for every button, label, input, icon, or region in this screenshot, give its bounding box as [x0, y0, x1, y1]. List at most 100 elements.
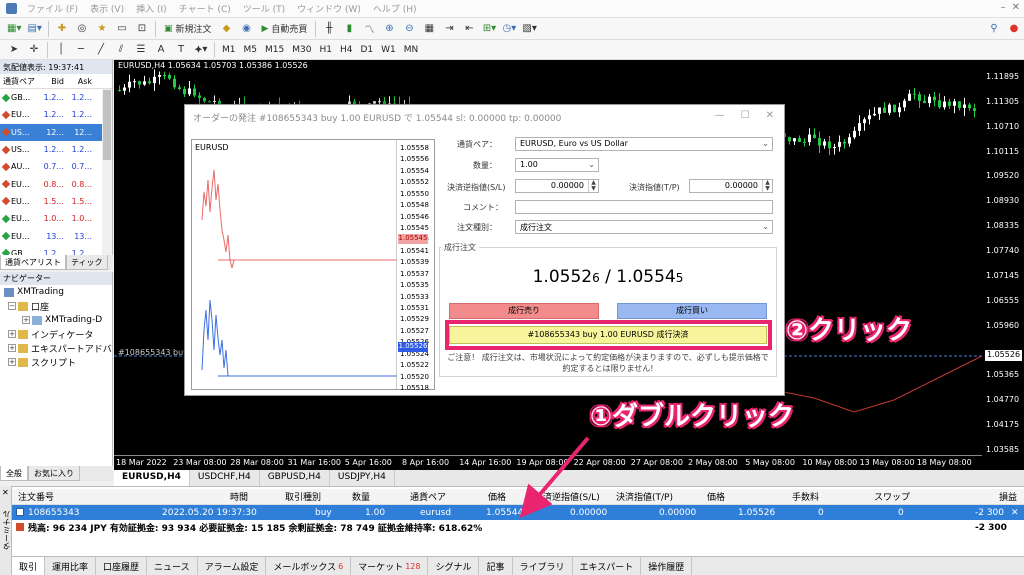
- crosshair-icon[interactable]: ✛: [25, 41, 43, 59]
- stepper-arrows-icon[interactable]: ▲ ▼: [588, 180, 598, 192]
- market-watch-row[interactable]: US... 12... 12...: [0, 123, 112, 141]
- tab-market[interactable]: マーケット 128: [351, 556, 429, 575]
- minimize-icon[interactable]: –: [1001, 2, 1006, 13]
- tab-tick[interactable]: ティック: [66, 255, 108, 270]
- tab-articles[interactable]: 記事: [479, 556, 513, 575]
- tab-trade[interactable]: 取引: [12, 556, 46, 575]
- new-chart-icon[interactable]: ▦▾: [5, 20, 23, 38]
- collapse-icon[interactable]: −: [8, 302, 16, 310]
- autoscroll-icon[interactable]: ⇥: [440, 20, 458, 38]
- tab-general[interactable]: 全般: [0, 466, 28, 481]
- indicators-icon[interactable]: ⊞▾: [480, 20, 498, 38]
- tile-icon[interactable]: ▦: [420, 20, 438, 38]
- market-watch-icon[interactable]: ✚: [53, 20, 71, 38]
- th-type[interactable]: 取引種別: [285, 490, 321, 503]
- col-bid[interactable]: Bid: [38, 77, 66, 86]
- nav-accounts[interactable]: − 口座: [0, 299, 112, 313]
- col-ask[interactable]: Ask: [66, 77, 94, 86]
- templates-icon[interactable]: ▧▾: [520, 20, 538, 38]
- th-tp[interactable]: 決済指値(T/P): [616, 490, 673, 503]
- close-icon[interactable]: ✕: [1012, 2, 1020, 13]
- th-profit[interactable]: 損益: [999, 490, 1017, 503]
- arrows-icon[interactable]: ⯌▾: [192, 41, 210, 59]
- channel-icon[interactable]: ⫽: [112, 41, 130, 59]
- chart-tab-eurusd[interactable]: EURUSD,H4: [114, 470, 190, 486]
- data-window-icon[interactable]: ◎: [73, 20, 91, 38]
- shift-icon[interactable]: ⇤: [460, 20, 478, 38]
- symbol-select[interactable]: EURUSD, Euro vs US Dollar ⌄: [515, 137, 773, 151]
- market-watch-row[interactable]: EU... 1.5... 1.5...: [0, 193, 112, 210]
- zoom-in-icon[interactable]: ⊕: [380, 20, 398, 38]
- profiles-icon[interactable]: ▤▾: [25, 20, 43, 38]
- nav-account-item[interactable]: + XMTrading-D: [0, 313, 112, 327]
- text-icon[interactable]: A: [152, 41, 170, 59]
- menu-chart[interactable]: チャート (C): [173, 2, 237, 15]
- timeframe-h4[interactable]: H4: [336, 45, 357, 55]
- th-volume[interactable]: 数量: [352, 490, 370, 503]
- timeframe-d1[interactable]: D1: [356, 45, 377, 55]
- maximize-icon[interactable]: ☐: [741, 110, 750, 121]
- expand-icon[interactable]: +: [8, 358, 16, 366]
- th-swap[interactable]: スワップ: [874, 490, 910, 503]
- fibonacci-icon[interactable]: ☰: [132, 41, 150, 59]
- menu-file[interactable]: ファイル (F): [21, 2, 84, 15]
- terminal-close-icon[interactable]: ✕: [2, 488, 9, 497]
- market-watch-row[interactable]: EU... 0.8... 0.8...: [0, 175, 112, 192]
- expand-icon[interactable]: +: [22, 316, 30, 324]
- timeframe-m1[interactable]: M1: [218, 45, 240, 55]
- tab-library[interactable]: ライブラリ: [513, 556, 573, 575]
- menu-tools[interactable]: ツール (T): [237, 2, 291, 15]
- expand-icon[interactable]: +: [8, 344, 16, 352]
- timeframe-m15[interactable]: M15: [261, 45, 288, 55]
- th-price[interactable]: 価格: [707, 490, 725, 503]
- tab-signals[interactable]: シグナル: [428, 556, 480, 575]
- comment-input[interactable]: [515, 200, 773, 214]
- th-time[interactable]: 時間: [230, 490, 248, 503]
- sell-by-market-button[interactable]: 成行売り: [449, 303, 599, 319]
- line-chart-icon[interactable]: 〽: [360, 20, 378, 38]
- candle-chart-icon[interactable]: ▮: [340, 20, 358, 38]
- order-type-select[interactable]: 成行注文 ⌄: [515, 220, 773, 234]
- th-commission[interactable]: 手数料: [792, 490, 819, 503]
- close-icon[interactable]: ✕: [766, 110, 774, 121]
- menu-help[interactable]: ヘルプ (H): [367, 2, 423, 15]
- tester-icon[interactable]: ⊡: [133, 20, 151, 38]
- timeframe-mn[interactable]: MN: [400, 45, 423, 55]
- trendline-icon[interactable]: ╱: [92, 41, 110, 59]
- tp-stepper[interactable]: 0.00000 ▲ ▼: [689, 179, 773, 193]
- tab-symbols[interactable]: 通貨ペアリスト: [0, 255, 66, 270]
- new-order-button[interactable]: ▣ 新規注文: [160, 20, 216, 38]
- tab-favorites[interactable]: お気に入り: [28, 466, 80, 481]
- bar-chart-icon[interactable]: ╫: [320, 20, 338, 38]
- auto-trade-button[interactable]: ▶ 自動売買: [257, 20, 311, 38]
- search-icon[interactable]: ⚲: [985, 20, 1003, 38]
- horizontal-line-icon[interactable]: ─: [72, 41, 90, 59]
- stepper-arrows-icon[interactable]: ▲ ▼: [762, 180, 772, 192]
- tab-news[interactable]: ニュース: [147, 556, 198, 575]
- chart-tab-usdchf[interactable]: USDCHF,H4: [190, 470, 260, 486]
- tab-history[interactable]: 口座履歴: [96, 556, 148, 575]
- close-order-icon[interactable]: ✕: [1011, 508, 1019, 518]
- market-watch-row[interactable]: AU... 0.7... 0.7...: [0, 158, 112, 175]
- timeframe-h1[interactable]: H1: [315, 45, 336, 55]
- buy-by-market-button[interactable]: 成行買い: [617, 303, 767, 319]
- menu-view[interactable]: 表示 (V): [84, 2, 130, 15]
- cursor-icon[interactable]: ➤: [5, 41, 23, 59]
- market-watch-row[interactable]: EU... 1.2... 1.2...: [0, 106, 112, 123]
- tab-alerts[interactable]: アラーム設定: [198, 556, 267, 575]
- terminal-icon[interactable]: ▭: [113, 20, 131, 38]
- chart-tab-gbpusd[interactable]: GBPUSD,H4: [260, 470, 330, 486]
- timeframe-m30[interactable]: M30: [288, 45, 315, 55]
- globe-icon[interactable]: ◉: [237, 20, 255, 38]
- vertical-line-icon[interactable]: │: [52, 41, 70, 59]
- th-ticket[interactable]: 注文番号: [18, 490, 54, 503]
- menu-window[interactable]: ウィンドウ (W): [291, 2, 367, 15]
- sl-stepper[interactable]: 0.00000 ▲ ▼: [515, 179, 599, 193]
- menu-insert[interactable]: 挿入 (I): [130, 2, 173, 15]
- market-watch-row[interactable]: GB... 1.2... 1.2...: [0, 89, 112, 106]
- tab-mailbox[interactable]: メールボックス 6: [266, 556, 352, 575]
- periods-icon[interactable]: ◷▾: [500, 20, 518, 38]
- th-symbol[interactable]: 通貨ペア: [410, 490, 446, 503]
- nav-experts[interactable]: + エキスパートアドバイザ: [0, 341, 112, 355]
- metaeditor-icon[interactable]: ◆: [217, 20, 235, 38]
